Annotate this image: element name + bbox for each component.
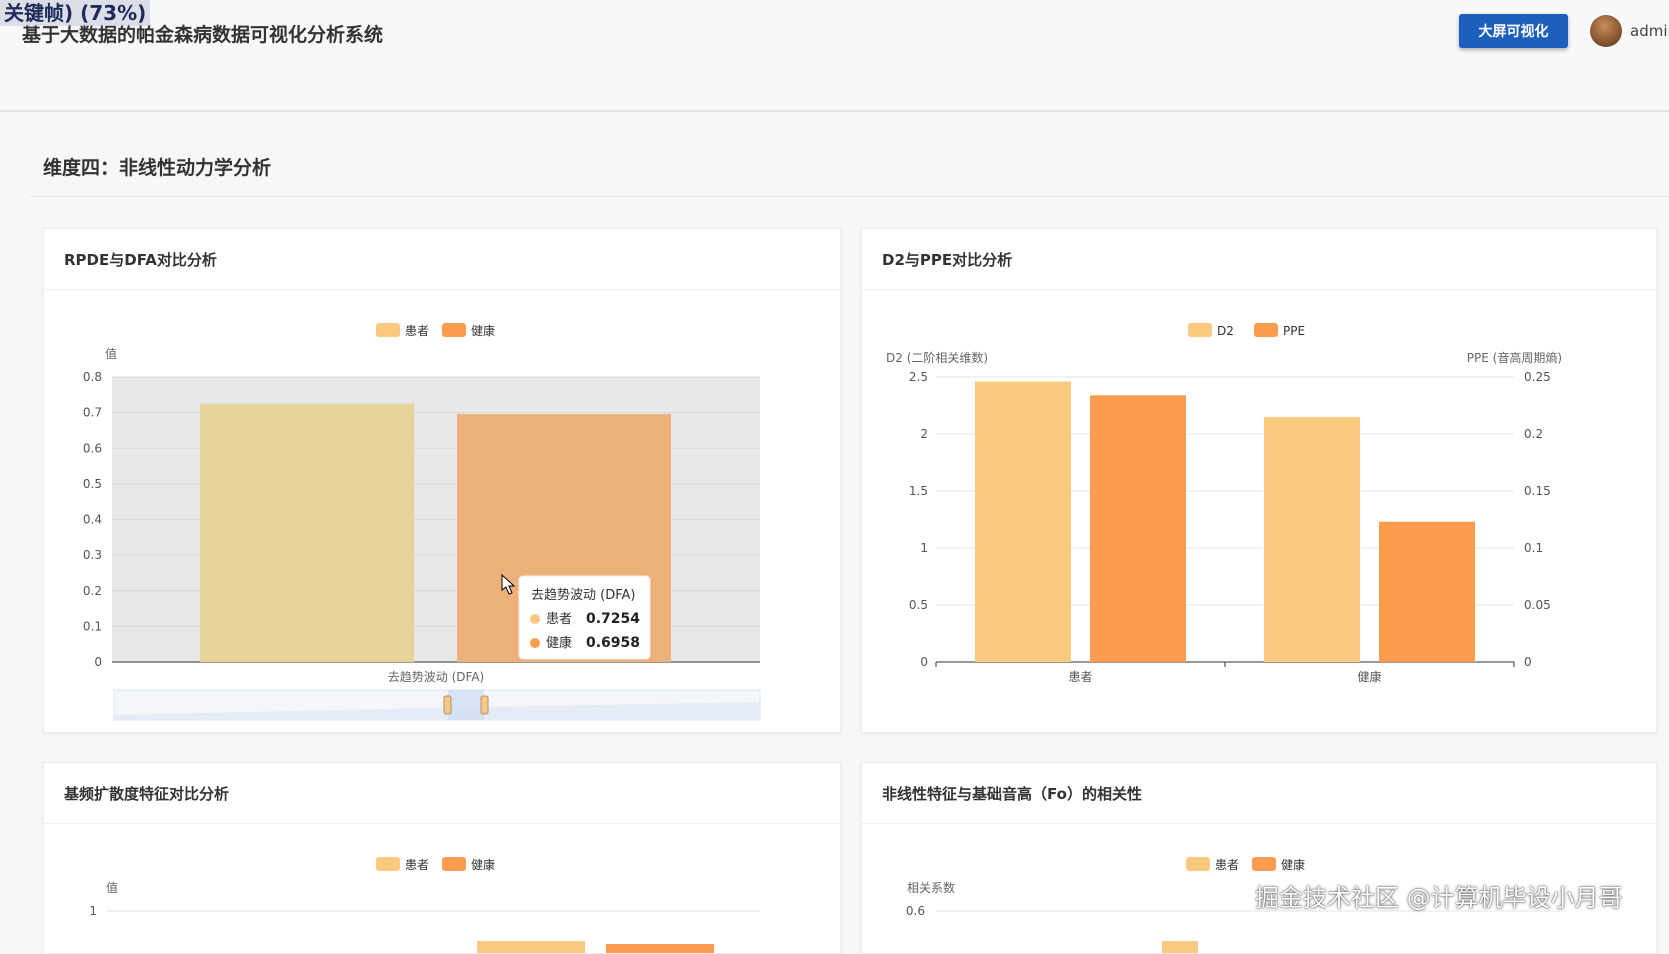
watermark: 掘金技术社区 @计算机毕设小月哥 — [1255, 884, 1623, 912]
bar-patient — [477, 941, 585, 953]
chart-d2-ppe: D2 PPE D2 (二阶相关维数) PPE (音高周期熵) 0 0 0.5 0.05 1 0.1… — [886, 323, 1562, 684]
bar-patient — [1162, 941, 1198, 953]
legend-swatch — [376, 857, 400, 871]
tooltip-title: 去趋势波动 (DFA) — [531, 587, 635, 603]
y-tick-label-left: 0.5 — [909, 598, 928, 612]
y-axis-title: 相关系数 — [907, 880, 955, 895]
legend-swatch — [1188, 323, 1212, 337]
card-title: RPDE与DFA对比分析 — [64, 251, 217, 269]
y-tick-label-left: 1.5 — [909, 484, 928, 498]
chart-card-fo-correlation: 非线性特征与基础音高（Fo）的相关性 患者 健康相关系数 0.6 — [861, 762, 1657, 954]
card-header: 非线性特征与基础音高（Fo）的相关性 — [862, 763, 1656, 824]
bar-ppe-1 — [1379, 521, 1475, 662]
y-axis-title: 值 — [106, 880, 118, 895]
legend-label: 患者 — [1215, 858, 1239, 872]
y-tick-label-right: 0.25 — [1524, 370, 1551, 384]
legend-label: 患者 — [405, 324, 429, 338]
legend-label: PPE — [1283, 324, 1305, 338]
y-tick-label: 1 — [89, 904, 97, 918]
datazoom-handle-left — [443, 695, 452, 715]
y-tick-label-left: 2 — [920, 427, 928, 441]
card-title: 非线性特征与基础音高（Fo）的相关性 — [882, 785, 1142, 803]
bar-d2-1 — [1264, 416, 1360, 662]
legend-label: 健康 — [471, 323, 495, 338]
bar-ppe-0 — [1090, 395, 1186, 662]
card-header: D2与PPE对比分析 — [862, 229, 1656, 290]
chart-rpde-dfa: 患者 健康值00.10.20.30.40.50.60.70.8去趋势波动 (DFA… — [83, 323, 761, 721]
legend-label: 健康 — [1281, 857, 1305, 872]
y-tick-label: 0.1 — [83, 619, 102, 633]
tooltip-marker — [530, 614, 540, 624]
tooltip-value: 0.6958 — [586, 635, 640, 651]
datazoom-handle-right — [480, 695, 489, 715]
legend-swatch — [1186, 857, 1210, 871]
chart-card-rpde-dfa: RPDE与DFA对比分析 患者 健康值 0 0.1 0.2 0.3 0.4 0.5 0.6 0.7… — [43, 228, 841, 733]
y-axis-title-right: PPE (音高周期熵) — [1467, 350, 1562, 365]
y-tick-label: 0.5 — [83, 477, 102, 491]
legend-swatch — [376, 323, 400, 337]
chart-card-d2-ppe: D2与PPE对比分析 D2 PPE D2 (二阶相关维数) PPE (音高周期熵) 0 0… — [861, 228, 1657, 733]
x-tick-label: 去趋势波动 (DFA) — [388, 670, 484, 684]
y-tick-label: 0.2 — [83, 584, 102, 598]
legend-swatch — [1252, 857, 1276, 871]
y-axis-title-left: D2 (二阶相关维数) — [886, 350, 988, 365]
y-tick-label-right: 0.15 — [1524, 484, 1551, 498]
tooltip-series-name: 患者 — [546, 612, 572, 627]
avatar[interactable] — [1590, 15, 1622, 47]
y-tick-label-left: 2.5 — [909, 370, 928, 384]
top-header: 基于大数据的帕金森病数据可视化分析系统 大屏可视化 admin — [0, 0, 1669, 112]
legend-swatch — [442, 857, 466, 871]
x-tick-label: 健康 — [1357, 669, 1381, 684]
bar-d2-0 — [975, 381, 1071, 662]
username-label[interactable]: admin — [1630, 22, 1669, 40]
legend-label: D2 — [1217, 324, 1234, 338]
datazoom-window — [448, 690, 484, 720]
card-header: RPDE与DFA对比分析 — [44, 229, 840, 290]
chart-card-pitch-spread: 基频扩散度特征对比分析 患者 健康值 1 — [43, 762, 841, 954]
y-tick-label: 0.3 — [83, 548, 102, 562]
y-tick-label: 0.7 — [83, 406, 102, 420]
y-tick-label-right: 0 — [1524, 655, 1532, 669]
y-axis-title: 值 — [105, 346, 117, 361]
section-title: 维度四：非线性动力学分析 — [43, 157, 272, 179]
y-tick-label: 0 — [94, 655, 102, 669]
legend-label: 患者 — [405, 858, 429, 872]
tooltip-marker — [530, 638, 540, 648]
y-tick-label: 0.8 — [83, 370, 102, 384]
y-tick-label-right: 0.2 — [1524, 427, 1543, 441]
y-tick-label-left: 1 — [920, 541, 928, 555]
bar-patient — [200, 403, 414, 662]
y-tick-label-left: 0 — [920, 655, 928, 669]
bigscreen-button[interactable]: 大屏可视化 — [1459, 14, 1568, 48]
card-header: 基频扩散度特征对比分析 — [44, 763, 840, 824]
bar-healthy — [606, 944, 714, 953]
legend-swatch — [1254, 323, 1278, 337]
y-tick-label: 0.6 — [906, 904, 925, 918]
card-title: D2与PPE对比分析 — [882, 251, 1013, 269]
legend-swatch — [442, 323, 466, 337]
x-tick-label: 患者 — [1068, 670, 1092, 684]
legend-label: 健康 — [471, 857, 495, 872]
y-tick-label: 0.6 — [83, 441, 102, 455]
y-tick-label-right: 0.05 — [1524, 598, 1551, 612]
card-title: 基频扩散度特征对比分析 — [64, 785, 230, 803]
tooltip-series-name: 健康 — [546, 635, 572, 651]
y-tick-label: 0.4 — [83, 513, 102, 527]
chart-pitch-spread: 患者 健康值1 — [89, 857, 760, 953]
y-tick-label-right: 0.1 — [1524, 541, 1543, 555]
section-divider — [30, 196, 1669, 197]
tooltip-value: 0.7254 — [586, 611, 640, 627]
video-overlay-label: 关键帧) (73%) — [0, 0, 151, 26]
